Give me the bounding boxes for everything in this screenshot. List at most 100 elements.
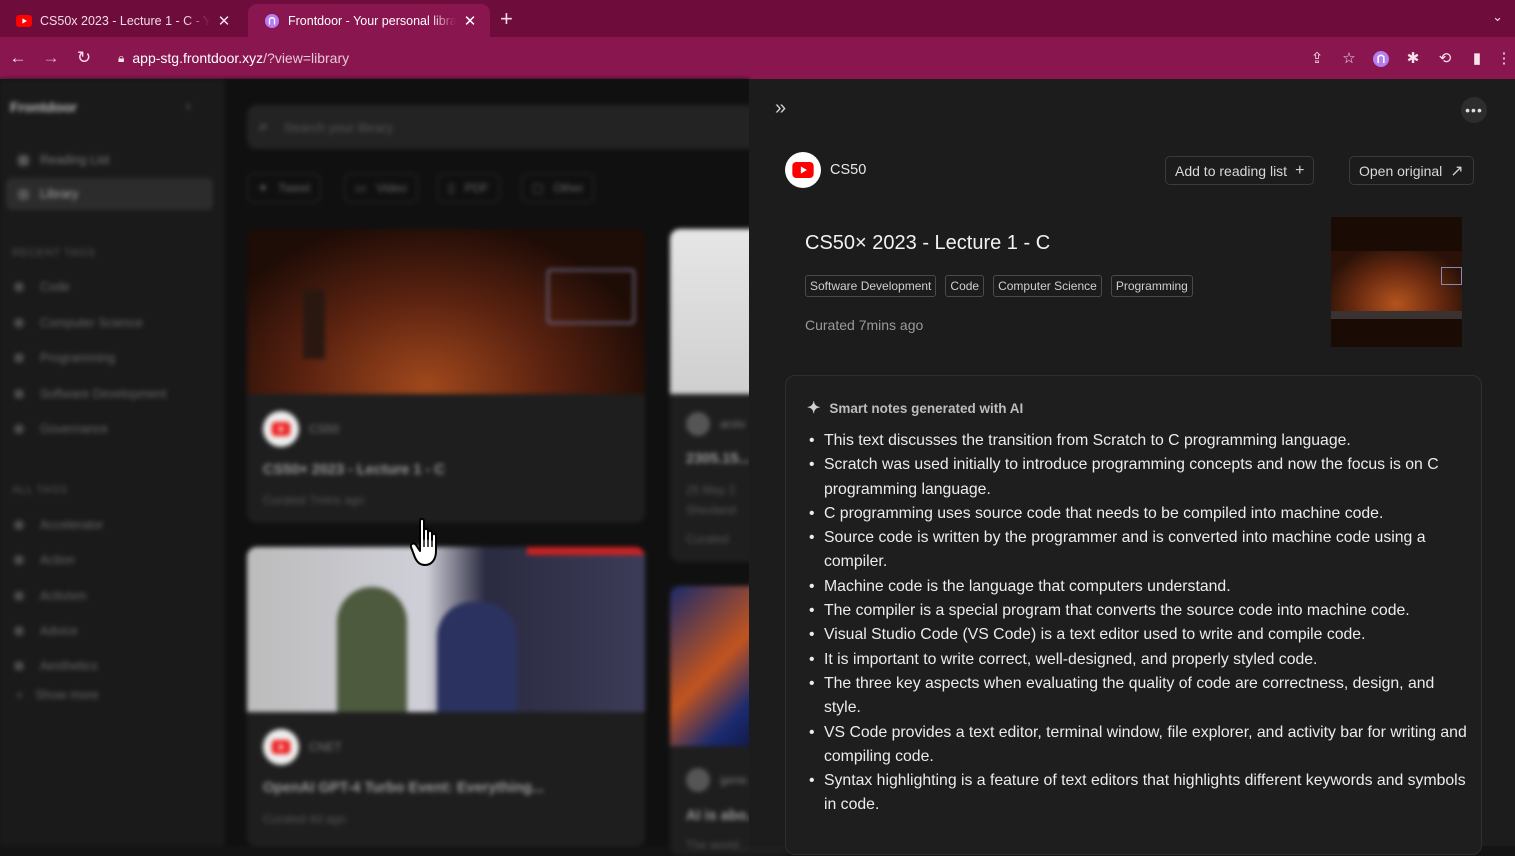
sparkle-icon: ✦: [807, 400, 821, 417]
card-title: AI is abo...: [686, 808, 759, 824]
tag-item[interactable]: Advice: [14, 624, 78, 638]
address-bar[interactable]: 🔒︎ app-stg.frontdoor.xyz/?view=library: [108, 42, 1318, 74]
url-path: /?view=library: [263, 50, 350, 66]
tag-chip[interactable]: Software Development: [805, 275, 937, 297]
tag-item[interactable]: Code: [14, 280, 70, 294]
tag-item[interactable]: Computer Science: [14, 316, 143, 330]
youtube-icon: [785, 152, 821, 188]
show-more-label: Show more: [35, 688, 99, 702]
tag-label: Governance: [40, 422, 109, 436]
browser-tab-strip: CS50x 2023 - Lecture 1 - C - YouTube ✕ F…: [0, 0, 1515, 37]
filter-label: Video: [376, 181, 407, 195]
tag-item[interactable]: Software Development: [14, 387, 166, 401]
puzzle-icon[interactable]: ✱: [1397, 49, 1429, 67]
note-item: Syntax highlighting is a feature of text…: [809, 769, 1469, 818]
button-label: Add to reading list: [1175, 162, 1288, 179]
youtube-icon: [16, 13, 32, 29]
side-panel-icon[interactable]: ▮: [1461, 49, 1493, 67]
reload-icon[interactable]: ↻: [68, 48, 100, 68]
item-thumbnail[interactable]: [1331, 217, 1462, 347]
close-tab-icon[interactable]: ✕: [216, 12, 232, 30]
frontdoor-icon: [264, 13, 280, 29]
open-original-button[interactable]: Open original ↗: [1349, 156, 1474, 185]
note-item: This text discusses the transition from …: [809, 429, 1469, 454]
tag-label: Computer Science: [40, 316, 143, 330]
sidebar: Frontdoor ‹ Reading List Library RECENT …: [0, 79, 225, 846]
card-title: 2305.15...: [686, 451, 751, 467]
library-card-cnet[interactable]: CNET OpenAI GPT-4 Turbo Event: Everythin…: [247, 547, 645, 847]
note-item: Visual Studio Code (VS Code) is a text e…: [809, 623, 1469, 648]
tag-label: Code: [40, 280, 70, 294]
tag-item[interactable]: Accelerator: [14, 518, 103, 532]
url-host: app-stg.frontdoor.xyz: [132, 50, 264, 66]
library-view: Frontdoor ‹ Reading List Library RECENT …: [0, 79, 790, 856]
tab-frontdoor[interactable]: Frontdoor - Your personal library ✕: [248, 4, 490, 37]
sidebar-item-library[interactable]: Library: [6, 178, 213, 210]
hand-cursor-icon: [409, 517, 452, 574]
filter-tweet[interactable]: ✦ Tweet: [247, 173, 322, 203]
tag-item[interactable]: Aesthetics: [14, 659, 98, 673]
note-item: The three key aspects when evaluating th…: [809, 672, 1469, 721]
card-channel: arxiv: [686, 412, 745, 436]
source-name: CS50: [830, 162, 867, 178]
tag-item[interactable]: Governance: [14, 422, 108, 436]
extension-icon[interactable]: ⟲: [1429, 49, 1461, 67]
new-tab-icon[interactable]: +: [500, 6, 513, 32]
forward-icon[interactable]: →: [35, 48, 67, 68]
card-title: CS50× 2023 - Lecture 1 - C: [263, 462, 445, 478]
tag-item[interactable]: Action: [14, 553, 75, 567]
card-date: Curated 4d ago: [263, 812, 346, 826]
collapse-sidebar-icon[interactable]: ‹: [186, 97, 191, 113]
card-curated: Curated: [686, 532, 729, 546]
collapse-panel-icon[interactable]: »: [775, 97, 786, 120]
button-label: Open original: [1359, 162, 1443, 179]
tag-chip[interactable]: Code: [945, 275, 985, 297]
item-title: CS50× 2023 - Lecture 1 - C: [805, 232, 1051, 254]
sidebar-item-label: Reading List: [40, 153, 110, 167]
card-channel: CNET: [263, 729, 342, 765]
filter-video[interactable]: ▭ Video: [344, 173, 418, 203]
share-icon[interactable]: ⇪: [1301, 49, 1333, 67]
avatar: [686, 412, 710, 436]
tag-chip[interactable]: Programming: [1110, 275, 1193, 297]
note-item: It is important to write correct, well-d…: [809, 648, 1469, 673]
tag-chip[interactable]: Computer Science: [993, 275, 1102, 297]
show-more-link[interactable]: + Show more: [16, 688, 99, 702]
browser-toolbar: ← → ↻ 🔒︎ app-stg.frontdoor.xyz/?view=lib…: [0, 37, 1515, 79]
card-date: 25 May 2: [686, 483, 736, 497]
star-icon[interactable]: ☆: [1333, 49, 1365, 67]
tag-label: Aesthetics: [40, 659, 98, 673]
tab-title: CS50x 2023 - Lecture 1 - C - YouTube: [40, 13, 210, 28]
youtube-icon: [263, 411, 299, 447]
detail-panel: » ••• CS50 Add to reading list + Open or…: [749, 79, 1515, 855]
frontdoor-extension-icon[interactable]: [1365, 49, 1397, 67]
filter-pdf[interactable]: ▯ PDF: [437, 173, 500, 203]
tag-item[interactable]: Activism: [14, 589, 87, 603]
tag-list: Software Development Code Computer Scien…: [805, 275, 1193, 297]
video-thumbnail: [247, 229, 645, 394]
more-options-icon[interactable]: •••: [1461, 97, 1487, 123]
library-card-cs50[interactable]: CS50 CS50× 2023 - Lecture 1 - C Curated …: [247, 229, 645, 523]
back-icon[interactable]: ←: [2, 48, 34, 68]
kebab-menu-icon[interactable]: ⋮: [1493, 49, 1515, 67]
chevron-down-icon[interactable]: ⌄: [1492, 9, 1503, 25]
filter-other[interactable]: ▢ Other: [521, 173, 595, 203]
filter-label: Other: [553, 181, 584, 195]
note-item: VS Code provides a text editor, terminal…: [809, 721, 1469, 770]
tab-youtube[interactable]: CS50x 2023 - Lecture 1 - C - YouTube ✕: [0, 4, 244, 37]
tag-item[interactable]: Programming: [14, 351, 115, 365]
tab-title: Frontdoor - Your personal library: [288, 13, 456, 28]
search-icon: ⌕: [259, 118, 268, 135]
note-item: Machine code is the language that comput…: [809, 575, 1469, 600]
tag-label: Activism: [40, 589, 87, 603]
tag-label: Advice: [40, 624, 78, 638]
sidebar-item-reading-list[interactable]: Reading List: [6, 144, 213, 176]
filter-label: Tweet: [278, 181, 311, 195]
card-channel: gene...: [686, 768, 757, 792]
tag-label: Action: [40, 553, 75, 567]
add-to-reading-list-button[interactable]: Add to reading list +: [1165, 156, 1315, 185]
search-placeholder: Search your library: [283, 119, 394, 135]
note-item: C programming uses source code that need…: [809, 502, 1469, 527]
search-input[interactable]: ⌕ Search your library: [247, 105, 767, 149]
close-tab-icon[interactable]: ✕: [462, 12, 478, 30]
